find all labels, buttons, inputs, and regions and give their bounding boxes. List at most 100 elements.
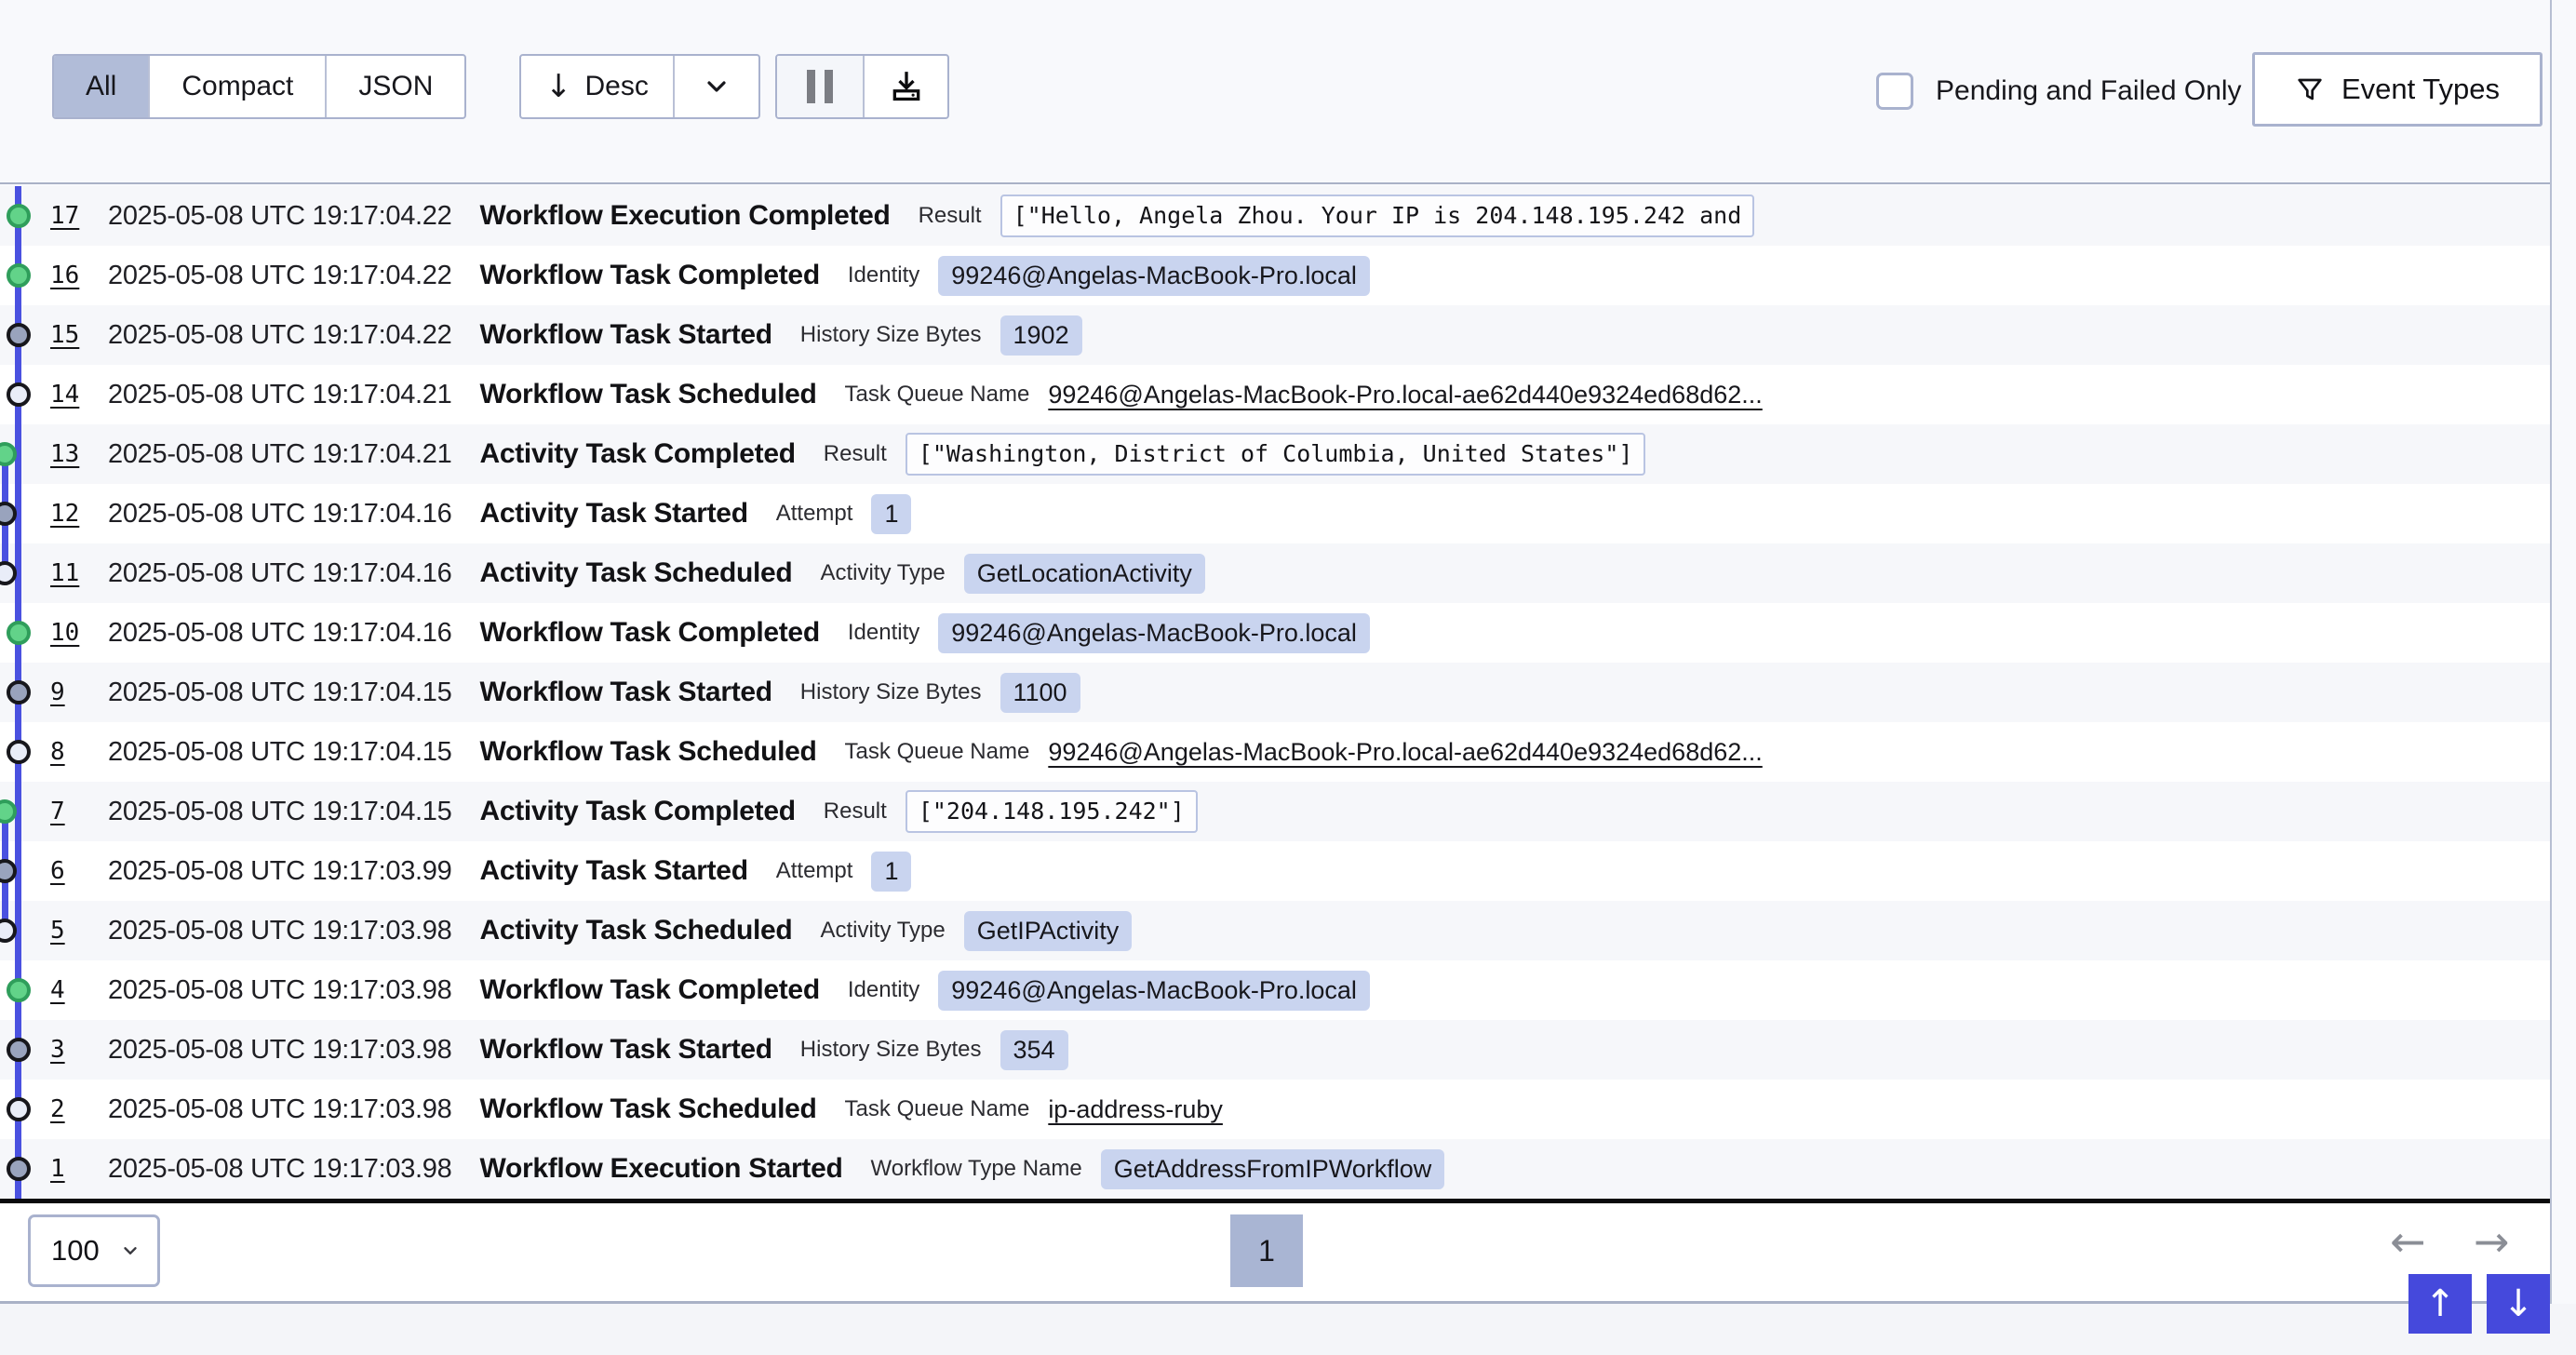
event-row[interactable]: 10 2025-05-08 UTC 19:17:04.16 Workflow T… <box>0 603 2550 663</box>
arrow-down-icon: ↓ <box>545 71 572 102</box>
event-id-link[interactable]: 7 <box>50 798 80 825</box>
event-attr-label: Activity Type <box>820 918 945 944</box>
event-timestamp: 2025-05-08 UTC 19:17:04.22 <box>108 261 451 291</box>
event-id-link[interactable]: 12 <box>50 500 80 528</box>
chevron-down-icon <box>702 72 731 101</box>
download-button[interactable] <box>863 56 947 117</box>
event-attribute: History Size Bytes 354 <box>800 1030 1068 1070</box>
event-timestamp: 2025-05-08 UTC 19:17:04.22 <box>108 320 451 351</box>
event-attr-value: GetLocationActivity <box>964 554 1205 594</box>
history-toolbar: All Compact JSON ↓ Desc <box>0 0 2550 184</box>
event-timestamp: 2025-05-08 UTC 19:17:03.98 <box>108 916 451 946</box>
event-timestamp: 2025-05-08 UTC 19:17:04.16 <box>108 499 451 530</box>
event-attribute: Task Queue Name 99246@Angelas-MacBook-Pr… <box>845 738 1763 767</box>
event-row[interactable]: 5 2025-05-08 UTC 19:17:03.98 Activity Ta… <box>0 901 2550 960</box>
event-attr-value[interactable]: 99246@Angelas-MacBook-Pro.local-ae62d440… <box>1048 381 1762 409</box>
event-row[interactable]: 15 2025-05-08 UTC 19:17:04.22 Workflow T… <box>0 305 2550 365</box>
event-attribute: Result ["Washington, District of Columbi… <box>824 433 1646 476</box>
event-row[interactable]: 9 2025-05-08 UTC 19:17:04.15 Workflow Ta… <box>0 663 2550 722</box>
event-timestamp: 2025-05-08 UTC 19:17:03.98 <box>108 1094 451 1125</box>
event-row[interactable]: 13 2025-05-08 UTC 19:17:04.21 Activity T… <box>0 424 2550 484</box>
tab-all[interactable]: All <box>54 56 148 117</box>
event-row[interactable]: 11 2025-05-08 UTC 19:17:04.16 Activity T… <box>0 543 2550 603</box>
event-attribute: Identity 99246@Angelas-MacBook-Pro.local <box>848 613 1370 653</box>
event-id-link[interactable]: 5 <box>50 917 80 945</box>
event-timestamp: 2025-05-08 UTC 19:17:04.15 <box>108 678 451 708</box>
event-types-label: Event Types <box>2341 73 2500 106</box>
event-attribute: Task Queue Name ip-address-ruby <box>845 1095 1223 1124</box>
event-attr-label: Task Queue Name <box>845 739 1030 765</box>
event-name: Workflow Task Completed <box>479 617 819 649</box>
event-id-link[interactable]: 17 <box>50 202 80 230</box>
event-row[interactable]: 12 2025-05-08 UTC 19:17:04.16 Activity T… <box>0 484 2550 543</box>
event-id-link[interactable]: 4 <box>50 976 80 1004</box>
event-timestamp: 2025-05-08 UTC 19:17:04.22 <box>108 201 451 232</box>
event-name: Workflow Task Started <box>479 1034 771 1066</box>
event-id-link[interactable]: 1 <box>50 1155 80 1183</box>
event-id-link[interactable]: 2 <box>50 1095 80 1123</box>
event-attr-value: GetAddressFromIPWorkflow <box>1101 1149 1445 1189</box>
event-attr-label: Activity Type <box>820 560 945 586</box>
event-attribute: Identity 99246@Angelas-MacBook-Pro.local <box>848 971 1370 1011</box>
event-name: Workflow Execution Completed <box>479 200 890 232</box>
event-row[interactable]: 16 2025-05-08 UTC 19:17:04.22 Workflow T… <box>0 246 2550 305</box>
event-attr-value: 354 <box>1000 1030 1068 1070</box>
event-id-link[interactable]: 3 <box>50 1036 80 1064</box>
event-id-link[interactable]: 14 <box>50 381 80 409</box>
view-mode-tabs: All Compact JSON <box>52 54 466 119</box>
event-row[interactable]: 4 2025-05-08 UTC 19:17:03.98 Workflow Ta… <box>0 960 2550 1020</box>
event-attr-value: GetIPActivity <box>964 911 1133 951</box>
event-attribute: History Size Bytes 1100 <box>800 673 1080 713</box>
event-attribute: Task Queue Name 99246@Angelas-MacBook-Pr… <box>845 381 1763 409</box>
event-attr-value[interactable]: 99246@Angelas-MacBook-Pro.local-ae62d440… <box>1048 738 1762 767</box>
sort-desc-button[interactable]: ↓ Desc <box>521 56 673 117</box>
event-attr-value: 1100 <box>1000 673 1080 713</box>
event-timestamp: 2025-05-08 UTC 19:17:03.98 <box>108 1154 451 1185</box>
event-name: Workflow Task Scheduled <box>479 1093 816 1125</box>
chevron-down-icon <box>120 1241 141 1261</box>
event-attr-label: Identity <box>848 262 919 288</box>
event-id-link[interactable]: 15 <box>50 321 80 349</box>
previous-page-arrow[interactable]: ← <box>2390 1216 2426 1267</box>
event-id-link[interactable]: 6 <box>50 857 80 885</box>
pause-download-control <box>775 54 949 119</box>
event-row[interactable]: 14 2025-05-08 UTC 19:17:04.21 Workflow T… <box>0 365 2550 424</box>
event-attribute: Attempt 1 <box>776 494 912 534</box>
event-id-link[interactable]: 10 <box>50 619 80 647</box>
event-attr-value[interactable]: ip-address-ruby <box>1048 1095 1223 1124</box>
event-attr-label: Task Queue Name <box>845 382 1030 408</box>
scroll-to-top-button[interactable]: ↑ <box>2408 1274 2472 1334</box>
pending-failed-checkbox[interactable] <box>1876 73 1913 110</box>
event-id-link[interactable]: 8 <box>50 738 80 766</box>
scroll-to-bottom-button[interactable]: ↓ <box>2487 1274 2550 1334</box>
event-id-link[interactable]: 9 <box>50 678 80 706</box>
event-types-filter-button[interactable]: Event Types <box>2252 52 2542 127</box>
tab-compact[interactable]: Compact <box>148 56 325 117</box>
current-page-button[interactable]: 1 <box>1230 1214 1303 1287</box>
pause-button[interactable] <box>777 56 863 117</box>
event-row[interactable]: 2 2025-05-08 UTC 19:17:03.98 Workflow Ta… <box>0 1080 2550 1139</box>
event-row[interactable]: 6 2025-05-08 UTC 19:17:03.99 Activity Ta… <box>0 841 2550 901</box>
event-name: Workflow Task Started <box>479 677 771 708</box>
event-name: Workflow Task Scheduled <box>479 379 816 410</box>
event-id-link[interactable]: 13 <box>50 440 80 468</box>
event-name: Workflow Task Completed <box>479 974 819 1006</box>
sort-dropdown-button[interactable] <box>673 56 758 117</box>
tab-json[interactable]: JSON <box>325 56 464 117</box>
event-name: Activity Task Started <box>479 855 747 887</box>
event-row[interactable]: 7 2025-05-08 UTC 19:17:04.15 Activity Ta… <box>0 782 2550 841</box>
event-id-link[interactable]: 16 <box>50 262 80 289</box>
event-timestamp: 2025-05-08 UTC 19:17:04.16 <box>108 558 451 589</box>
event-attr-label: Attempt <box>776 501 853 527</box>
next-page-arrow[interactable]: → <box>2474 1216 2510 1267</box>
event-row[interactable]: 8 2025-05-08 UTC 19:17:04.15 Workflow Ta… <box>0 722 2550 782</box>
event-row[interactable]: 1 2025-05-08 UTC 19:17:03.98 Workflow Ex… <box>0 1139 2550 1199</box>
event-attr-label: Result <box>824 441 887 467</box>
event-attribute: Activity Type GetIPActivity <box>820 911 1132 951</box>
event-row[interactable]: 3 2025-05-08 UTC 19:17:03.98 Workflow Ta… <box>0 1020 2550 1080</box>
event-attr-label: Result <box>824 798 887 825</box>
event-id-link[interactable]: 11 <box>50 559 80 587</box>
event-row[interactable]: 17 2025-05-08 UTC 19:17:04.22 Workflow E… <box>0 186 2550 246</box>
event-attribute: Result ["204.148.195.242"] <box>824 790 1198 833</box>
page-size-select[interactable]: 100 <box>28 1214 160 1287</box>
